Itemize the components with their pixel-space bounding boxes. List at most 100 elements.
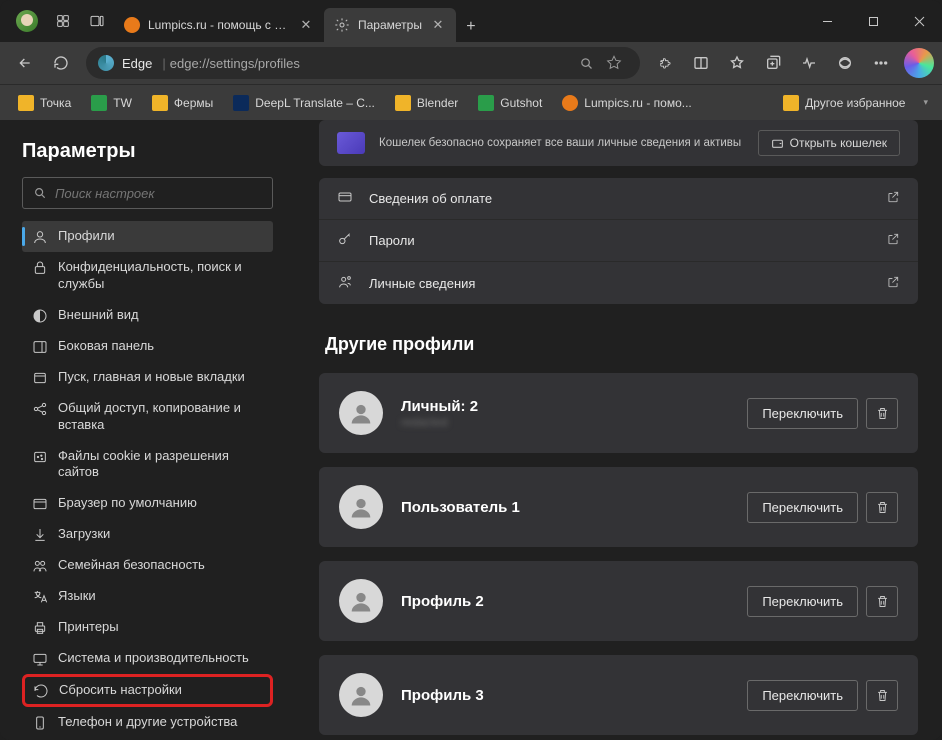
split-icon[interactable] xyxy=(684,46,718,80)
open-wallet-button[interactable]: Открыть кошелек xyxy=(758,130,900,156)
row-label: Сведения об оплате xyxy=(369,191,492,206)
back-button[interactable] xyxy=(8,46,42,80)
home-icon xyxy=(32,370,48,386)
switch-button[interactable]: Переключить xyxy=(747,586,858,617)
button-label: Открыть кошелек xyxy=(790,136,887,150)
close-icon[interactable]: ✕ xyxy=(430,17,446,33)
sidebar-item-default[interactable]: Браузер по умолчанию xyxy=(22,488,273,519)
profile-card: Личный: 2redacted Переключить xyxy=(319,373,918,453)
sidebar-item-reset[interactable]: Сбросить настройки xyxy=(22,674,273,707)
share-icon xyxy=(32,401,48,417)
sidebar-item-label: Сбросить настройки xyxy=(59,682,182,699)
sidebar-item-phone[interactable]: Телефон и другие устройства xyxy=(22,707,273,738)
sidebar-item-appearance[interactable]: Внешний вид xyxy=(22,300,273,331)
delete-button[interactable] xyxy=(866,586,898,617)
sidebar-item-label: Внешний вид xyxy=(58,307,139,324)
sidebar-item-printers[interactable]: Принтеры xyxy=(22,612,273,643)
copilot-icon[interactable] xyxy=(904,48,934,78)
addr-url: edge://settings/profiles xyxy=(170,56,572,71)
sidebar-item-start[interactable]: Пуск, главная и новые вкладки xyxy=(22,362,273,393)
sidebar-item-system[interactable]: Система и производительность xyxy=(22,643,273,674)
window-close-button[interactable] xyxy=(896,0,942,42)
sidebar-item-label: Система и производительность xyxy=(58,650,249,667)
family-icon xyxy=(32,558,48,574)
sidebar-item-label: Принтеры xyxy=(58,619,119,636)
search-icon xyxy=(33,186,47,200)
bookmark-item[interactable]: Lumpics.ru - помо... xyxy=(554,91,699,115)
settings-title: Параметры xyxy=(22,140,273,163)
row-payment[interactable]: Сведения об оплате xyxy=(319,178,918,220)
browser-icon xyxy=(32,496,48,512)
search-icon[interactable] xyxy=(572,49,600,77)
sidebar-item-share[interactable]: Общий доступ, копирование и вставка xyxy=(22,393,273,441)
bookmark-item[interactable]: DeepL Translate – C... xyxy=(225,91,383,115)
row-passwords[interactable]: Пароли xyxy=(319,220,918,262)
other-bookmarks[interactable]: Другое избранное xyxy=(775,91,913,115)
addr-prefix: Edge xyxy=(122,56,152,71)
bookmark-item[interactable]: TW xyxy=(83,91,140,115)
tab-settings[interactable]: Параметры ✕ xyxy=(324,8,456,42)
sidebar-item-cookies[interactable]: Файлы cookie и разрешения сайтов xyxy=(22,441,273,489)
bookmark-item[interactable]: Точка xyxy=(10,91,79,115)
bookmark-item[interactable]: Gutshot xyxy=(470,91,550,115)
health-icon[interactable] xyxy=(792,46,826,80)
sidebar-item-downloads[interactable]: Загрузки xyxy=(22,519,273,550)
row-personal[interactable]: Личные сведения xyxy=(319,262,918,304)
tab-lumpics[interactable]: Lumpics.ru - помощь с компьюте ✕ xyxy=(114,8,324,42)
workspaces-icon[interactable] xyxy=(46,4,80,38)
search-input[interactable] xyxy=(55,186,262,201)
panel-icon xyxy=(32,339,48,355)
close-icon[interactable]: ✕ xyxy=(298,17,314,33)
profile-avatar[interactable] xyxy=(16,10,38,32)
download-icon xyxy=(32,527,48,543)
minimize-button[interactable] xyxy=(804,0,850,42)
collections-icon[interactable] xyxy=(756,46,790,80)
wallet-banner: Кошелек безопасно сохраняет все ваши лич… xyxy=(319,120,918,166)
delete-button[interactable] xyxy=(866,398,898,429)
bookmark-label: TW xyxy=(113,96,132,110)
sidebar-item-sidebar[interactable]: Боковая панель xyxy=(22,331,273,362)
sidebar-item-label: Конфиденциальность, поиск и службы xyxy=(58,259,263,293)
bookmark-label: Фермы xyxy=(174,96,213,110)
sidebar-item-label: Телефон и другие устройства xyxy=(58,714,237,731)
row-label: Пароли xyxy=(369,233,415,248)
section-title: Другие профили xyxy=(325,334,918,355)
phone-icon xyxy=(32,715,48,731)
address-bar[interactable]: Edge | edge://settings/profiles xyxy=(86,47,640,79)
bookmark-item[interactable]: Фермы xyxy=(144,91,221,115)
wallet-icon xyxy=(337,132,365,154)
separator: | xyxy=(162,56,165,71)
settings-search[interactable] xyxy=(22,177,273,209)
switch-button[interactable]: Переключить xyxy=(747,398,858,429)
profile-email: redacted xyxy=(401,415,478,429)
more-icon[interactable] xyxy=(864,46,898,80)
favorites-icon[interactable] xyxy=(720,46,754,80)
sidebar-item-label: Языки xyxy=(58,588,96,605)
sidebar-item-languages[interactable]: Языки xyxy=(22,581,273,612)
bookmark-item[interactable]: Blender xyxy=(387,91,466,115)
new-tab-button[interactable]: + xyxy=(456,12,486,42)
refresh-button[interactable] xyxy=(44,46,78,80)
extensions-icon[interactable] xyxy=(648,46,682,80)
ie-mode-icon[interactable] xyxy=(828,46,862,80)
reset-icon xyxy=(33,683,49,699)
delete-button[interactable] xyxy=(866,680,898,711)
sidebar-item-label: Загрузки xyxy=(58,526,110,543)
external-icon xyxy=(886,232,900,249)
sidebar-item-profiles[interactable]: Профили xyxy=(22,221,273,252)
sidebar-item-privacy[interactable]: Конфиденциальность, поиск и службы xyxy=(22,252,273,300)
switch-button[interactable]: Переключить xyxy=(747,680,858,711)
sidebar-item-family[interactable]: Семейная безопасность xyxy=(22,550,273,581)
avatar xyxy=(339,391,383,435)
tab-actions-icon[interactable] xyxy=(80,4,114,38)
lock-icon xyxy=(32,260,48,276)
maximize-button[interactable] xyxy=(850,0,896,42)
tab-label: Lumpics.ru - помощь с компьюте xyxy=(148,18,290,32)
sidebar-item-label: Браузер по умолчанию xyxy=(58,495,197,512)
cookie-icon xyxy=(32,449,48,465)
delete-button[interactable] xyxy=(866,492,898,523)
switch-button[interactable]: Переключить xyxy=(747,492,858,523)
favorite-icon[interactable] xyxy=(600,49,628,77)
card-icon xyxy=(337,189,355,208)
bookmarks-chevron[interactable]: ▾ xyxy=(917,93,932,112)
